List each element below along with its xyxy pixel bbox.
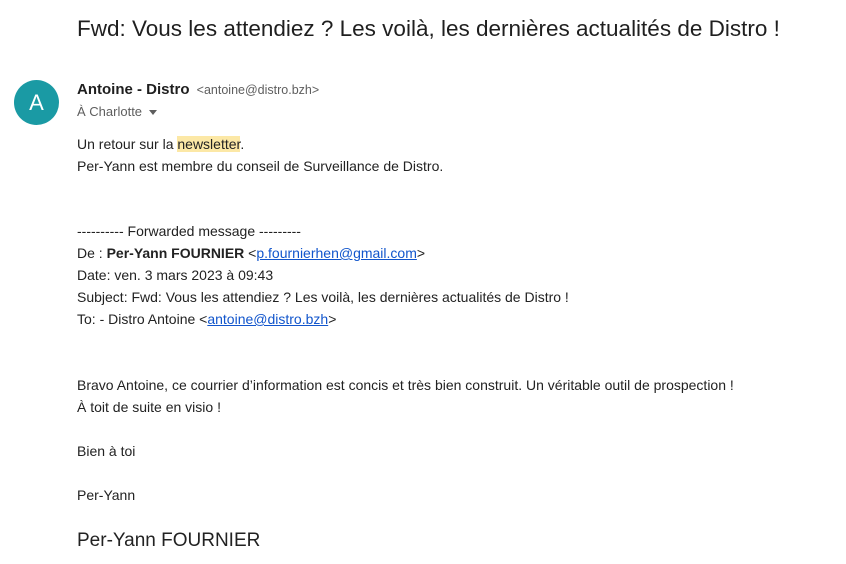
signature-name: Per-Yann FOURNIER [77,530,261,551]
intro-period: . [240,136,245,152]
from-email-link[interactable]: p.fournierhen@gmail.com [256,245,417,261]
forwarded-to: To: - Distro Antoine <antoine@distro.bzh… [77,308,336,330]
recipient-label: À Charlotte [77,104,143,119]
show-details-caret-icon[interactable] [149,110,158,115]
to-prefix: To: - Distro Antoine < [77,311,208,327]
from-close: > [416,245,426,261]
email-subject: Fwd: Vous les attendiez ? Les voilà, les… [77,16,780,41]
sender-email: <antoine@distro.bzh> [196,83,320,97]
recipient-line: À Charlotte [77,104,158,119]
message-greeting: Bien à toi [77,443,136,459]
sender-line: Antoine - Distro <antoine@distro.bzh> [77,81,319,98]
from-open: < [244,245,257,261]
forwarded-date: Date: ven. 3 mars 2023 à 09:43 [77,267,274,283]
message-sign: Per-Yann [77,487,136,503]
to-email-link[interactable]: antoine@distro.bzh [207,311,328,327]
highlighted-word: newsletter [177,136,241,152]
intro-text: Un retour sur la [77,136,178,152]
from-prefix: De : [77,245,107,261]
forwarded-header: ---------- Forwarded message --------- [77,223,301,239]
from-name: Per-Yann FOURNIER [106,245,245,261]
to-close: > [328,311,337,327]
sender-name[interactable]: Antoine - Distro [77,81,190,98]
forwarded-subject: Subject: Fwd: Vous les attendiez ? Les v… [77,289,569,305]
forwarded-from: De : Per-Yann FOURNIER <p.fournierhen@gm… [77,242,425,264]
message-line-2: À toit de suite en visio ! [77,399,221,415]
sender-avatar[interactable]: A [14,80,59,125]
intro-line-2: Per-Yann est membre du conseil de Survei… [77,158,444,174]
message-line-1: Bravo Antoine, ce courrier d’information… [77,377,734,393]
intro-line: Un retour sur la newsletter. [77,133,244,155]
